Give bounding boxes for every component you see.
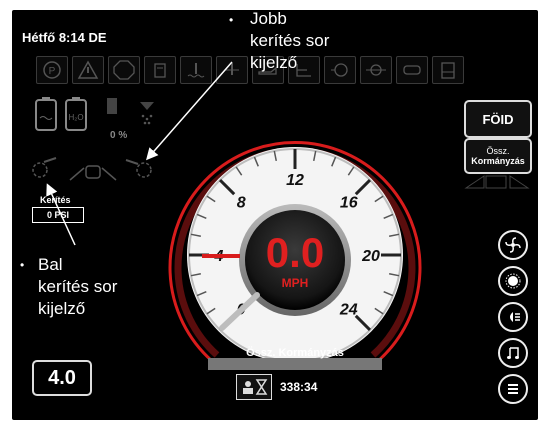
gauge-minor-tick xyxy=(312,150,317,161)
hydraulic-temp-icon xyxy=(216,56,248,84)
speed-value: 0.0 xyxy=(265,229,325,276)
gauge-minor-tick xyxy=(331,156,337,167)
gauge-minor-tick xyxy=(383,291,394,297)
gear-label: FÖID xyxy=(482,111,514,127)
right-callout-line3: kijelző xyxy=(250,53,298,72)
menu-icon xyxy=(508,384,518,394)
water-tank-icon: H₂O xyxy=(64,96,88,137)
battery-icon xyxy=(34,96,58,137)
spray-icon xyxy=(136,100,158,133)
svg-text:H₂O: H₂O xyxy=(68,113,83,122)
gauge-major-tick xyxy=(354,178,372,196)
right-fence-row-icon xyxy=(122,156,156,185)
music-note-icon xyxy=(507,347,519,359)
gauge-minor-tick xyxy=(196,291,207,297)
hour-meter-button[interactable] xyxy=(236,374,272,400)
gauge-tick-label: 20 xyxy=(361,248,380,265)
gauge-minor-tick xyxy=(347,166,355,176)
gauge-minor-tick xyxy=(235,166,243,176)
steering-mode-label: Össz. Kormányzás xyxy=(246,347,344,359)
left-callout-bullet: • xyxy=(20,258,25,272)
hydraulic-filter-icon xyxy=(144,56,176,84)
left-callout-line3: kijelző xyxy=(38,299,86,318)
gauge-tick-label: 4 xyxy=(214,248,224,265)
parking-brake-icon: P xyxy=(36,56,68,84)
left-fence-row-icon xyxy=(30,156,60,185)
hourglass-icon xyxy=(243,379,268,395)
gauge-minor-tick xyxy=(273,150,278,161)
gauge-minor-tick xyxy=(253,156,259,167)
gauge-minor-tick xyxy=(389,272,400,277)
gauge-major-tick xyxy=(218,314,236,332)
steering-arrows-icon xyxy=(464,174,530,195)
gauge-minor-tick xyxy=(196,213,207,219)
gauge-tick-label: 16 xyxy=(340,194,358,211)
gauge-minor-tick xyxy=(190,233,201,238)
gauge-minor-tick xyxy=(389,233,400,238)
right-callout-line2: kerítés sor xyxy=(250,31,330,50)
gauge-minor-tick xyxy=(374,195,384,203)
gauge-major-tick xyxy=(354,314,372,332)
water-in-fuel-icon xyxy=(360,56,392,84)
gauge-minor-tick xyxy=(383,213,394,219)
gauge-tick-label: 0 xyxy=(237,302,246,319)
warning-triangle-icon xyxy=(72,56,104,84)
rear-sprayer-icon xyxy=(68,160,118,191)
gear-button[interactable]: FÖID xyxy=(464,100,532,138)
gauge-minor-tick xyxy=(206,195,216,203)
pressure-value: 0 PSI xyxy=(46,210,69,220)
gauge-tick-label: 24 xyxy=(339,302,358,319)
sun-icon xyxy=(505,273,521,289)
hours-value: 338:34 xyxy=(280,380,318,394)
pressure-label: Kerítés xyxy=(40,195,71,205)
left-callout-line1: Bal xyxy=(38,255,63,274)
music-button[interactable] xyxy=(498,338,528,368)
headlight-button[interactable] xyxy=(498,302,528,332)
speed-unit: MPH xyxy=(281,276,309,290)
fuel-level-icon xyxy=(432,56,464,84)
fuel-percent: 0 % xyxy=(110,130,128,141)
right-callout-line1: Jobb xyxy=(250,9,287,28)
fuel-icon xyxy=(104,96,124,121)
gauge-needle xyxy=(219,292,260,331)
gauge-tick-label: 12 xyxy=(286,172,304,189)
steering-line2: Kormányzás xyxy=(471,156,525,166)
headlight-icon xyxy=(510,312,520,322)
svg-text:P: P xyxy=(49,66,56,77)
lights-button[interactable] xyxy=(498,266,528,296)
left-callout-text: Bal kerítés sor kijelző xyxy=(38,254,117,320)
stop-icon xyxy=(108,56,140,84)
gauge-minor-tick xyxy=(190,272,201,277)
gauge-tick-label: 8 xyxy=(237,194,246,211)
fan-icon xyxy=(505,237,521,253)
belt-icon xyxy=(396,56,428,84)
menu-button[interactable] xyxy=(498,374,528,404)
fan-button[interactable] xyxy=(498,230,528,260)
coolant-temp-icon xyxy=(180,56,212,84)
steering-mode-button[interactable]: Össz. Kormányzás xyxy=(464,138,532,174)
datetime-label: Hétfő 8:14 DE xyxy=(22,30,107,45)
gauge-bottom-band xyxy=(208,358,382,370)
steering-line1: Össz. xyxy=(486,146,510,156)
left-callout-line2: kerítés sor xyxy=(38,277,118,296)
pressure-value-box: 0 PSI xyxy=(32,207,84,223)
version-value: 4.0 xyxy=(48,367,76,389)
gauge-major-tick xyxy=(218,178,236,196)
gauge-minor-tick xyxy=(374,307,384,315)
version-box: 4.0 xyxy=(32,360,92,396)
right-callout-text: Jobb kerítés sor kijelző xyxy=(250,8,329,74)
gauge-minor-tick xyxy=(206,307,216,315)
right-callout-bullet: • xyxy=(229,13,234,27)
